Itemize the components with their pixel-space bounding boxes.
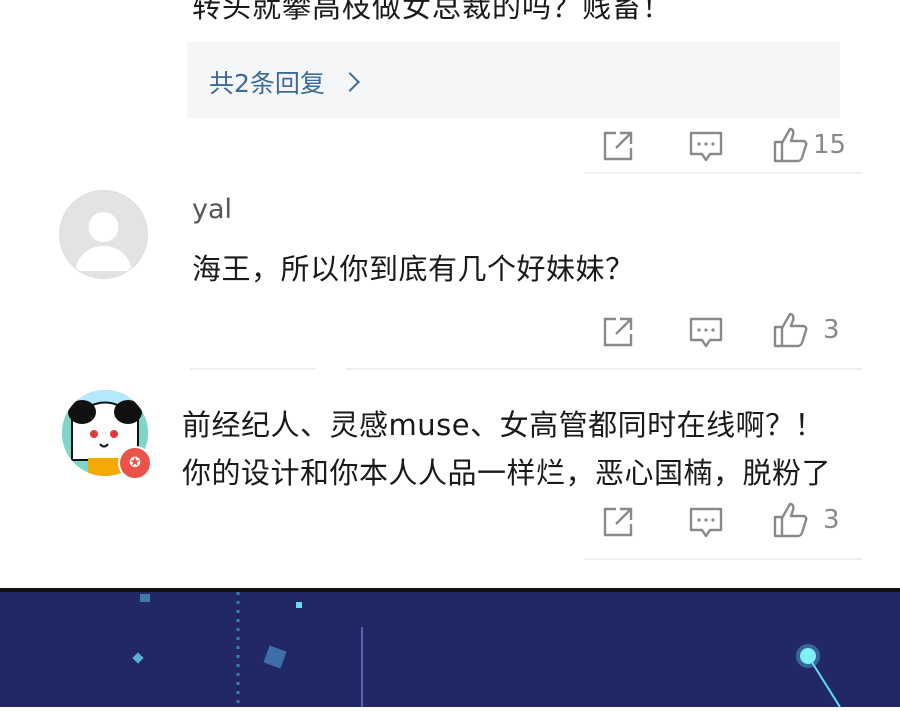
share-button[interactable] [602, 316, 634, 348]
thumbs-up-icon [773, 502, 808, 538]
like-count: 3 [823, 315, 840, 345]
star-badge-icon: ✪ [118, 446, 152, 480]
particles-illustration [132, 592, 841, 708]
share-icon [603, 507, 633, 537]
clipped-comment-text: 转头就攀高枝做女总裁的吗？贱畜！ [192, 0, 673, 24]
comment-text-line1: 前经纪人、灵感muse、女高管都同时在线啊？！ [182, 408, 825, 442]
comment-button[interactable] [689, 130, 723, 164]
comment-icon [689, 317, 723, 348]
chevron-right-icon [340, 72, 360, 92]
comment-text: 海王，所以你到底有几个好妹妹？ [192, 252, 635, 286]
share-icon [603, 317, 633, 347]
user-silhouette-icon [75, 212, 132, 271]
view-replies-label: 共2条回复 [209, 69, 325, 98]
like-count: 3 [823, 505, 840, 535]
username[interactable]: yal [192, 194, 232, 225]
share-icon [603, 131, 633, 161]
thumbs-up-icon [773, 312, 808, 348]
comment-icon [689, 131, 723, 162]
like-button[interactable]: 3 [773, 502, 840, 538]
view-replies-link[interactable]: 共2条回复 [209, 64, 360, 100]
divider [346, 368, 862, 370]
divider [190, 368, 316, 370]
divider [584, 558, 862, 560]
like-button[interactable]: 3 [773, 312, 840, 348]
reply-box[interactable]: 共2条回复 [187, 42, 840, 118]
avatar[interactable] [59, 190, 148, 279]
comment-button[interactable] [689, 316, 723, 350]
comment-button[interactable] [689, 506, 723, 540]
comment-icon [689, 507, 723, 538]
share-button[interactable] [602, 506, 634, 538]
like-button[interactable]: 15 [773, 127, 846, 163]
share-button[interactable] [602, 130, 634, 162]
like-count: 15 [813, 130, 847, 160]
comment-text-line2: 你的设计和你本人人品一样烂，恶心国楠，脱粉了 [182, 456, 832, 490]
thumbs-up-icon [773, 127, 808, 163]
decorative-banner [0, 588, 900, 708]
divider [584, 172, 862, 174]
